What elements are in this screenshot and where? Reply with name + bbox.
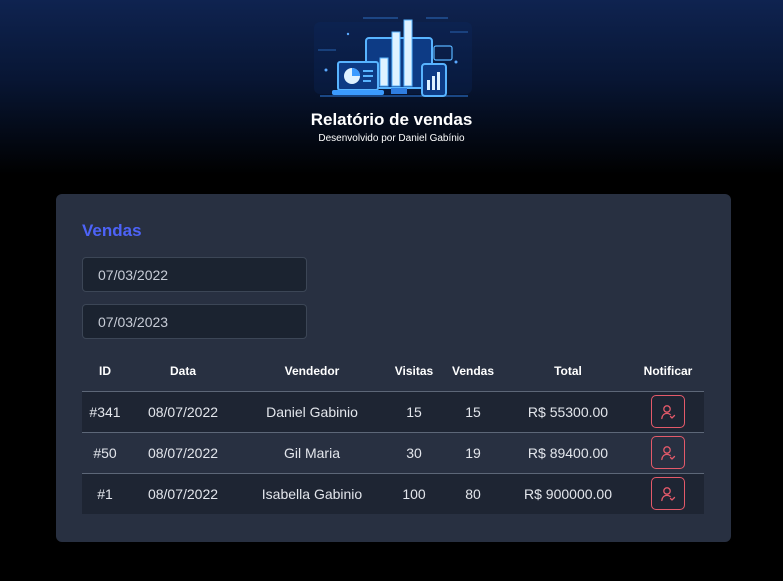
cell-total: R$ 89400.00 <box>504 432 632 474</box>
column-header-total: Total <box>504 352 632 392</box>
card-title: Vendas <box>82 221 142 240</box>
cell-id: #50 <box>82 432 128 474</box>
page-subtitle: Desenvolvido por Daniel Gabínio <box>318 133 465 144</box>
cell-date: 08/07/2022 <box>128 391 238 433</box>
table-row: #1 08/07/2022 Isabella Gabinio 100 80 R$… <box>82 473 704 514</box>
column-header-notify: Notificar <box>632 352 704 392</box>
page-header: Relatório de vendas Desenvolvido por Dan… <box>0 0 783 175</box>
cell-seller: Isabella Gabinio <box>238 473 386 514</box>
column-header-id: ID <box>82 352 128 392</box>
cell-visits: 15 <box>386 391 442 433</box>
cell-seller: Gil Maria <box>238 432 386 474</box>
column-header-sales: Vendas <box>442 352 504 392</box>
date-from-input[interactable] <box>82 257 307 292</box>
sales-card: Vendas ID Data Vendedor Visitas Vendas T… <box>56 194 731 542</box>
table-header-row: ID Data Vendedor Visitas Vendas Total No… <box>82 352 704 392</box>
notify-button[interactable] <box>651 477 685 511</box>
table-row: #50 08/07/2022 Gil Maria 30 19 R$ 89400.… <box>82 432 704 474</box>
cell-seller: Daniel Gabinio <box>238 391 386 433</box>
column-header-date: Data <box>128 352 238 392</box>
cell-notify <box>632 391 704 433</box>
date-to-input[interactable] <box>82 304 307 339</box>
notify-button[interactable] <box>651 395 685 428</box>
sales-table: ID Data Vendedor Visitas Vendas Total No… <box>82 352 704 514</box>
cell-notify <box>632 432 704 474</box>
cell-total: R$ 900000.00 <box>504 473 632 514</box>
cell-date: 08/07/2022 <box>128 473 238 514</box>
page-title: Relatório de vendas <box>310 110 473 129</box>
cell-id: #1 <box>82 473 128 514</box>
cell-sales: 15 <box>442 391 504 433</box>
cell-total: R$ 55300.00 <box>504 391 632 433</box>
column-header-visits: Visitas <box>386 352 442 392</box>
cell-visits: 100 <box>386 473 442 514</box>
cell-visits: 30 <box>386 432 442 474</box>
table-row: #341 08/07/2022 Daniel Gabinio 15 15 R$ … <box>82 391 704 433</box>
notify-button[interactable] <box>651 436 685 469</box>
cell-sales: 80 <box>442 473 504 514</box>
cell-id: #341 <box>82 391 128 433</box>
sales-logo-icon <box>314 17 472 97</box>
cell-date: 08/07/2022 <box>128 432 238 474</box>
user-notify-icon <box>661 404 676 419</box>
column-header-seller: Vendedor <box>238 352 386 392</box>
user-notify-icon <box>661 486 676 501</box>
cell-notify <box>632 473 704 514</box>
user-notify-icon <box>661 445 676 460</box>
cell-sales: 19 <box>442 432 504 474</box>
